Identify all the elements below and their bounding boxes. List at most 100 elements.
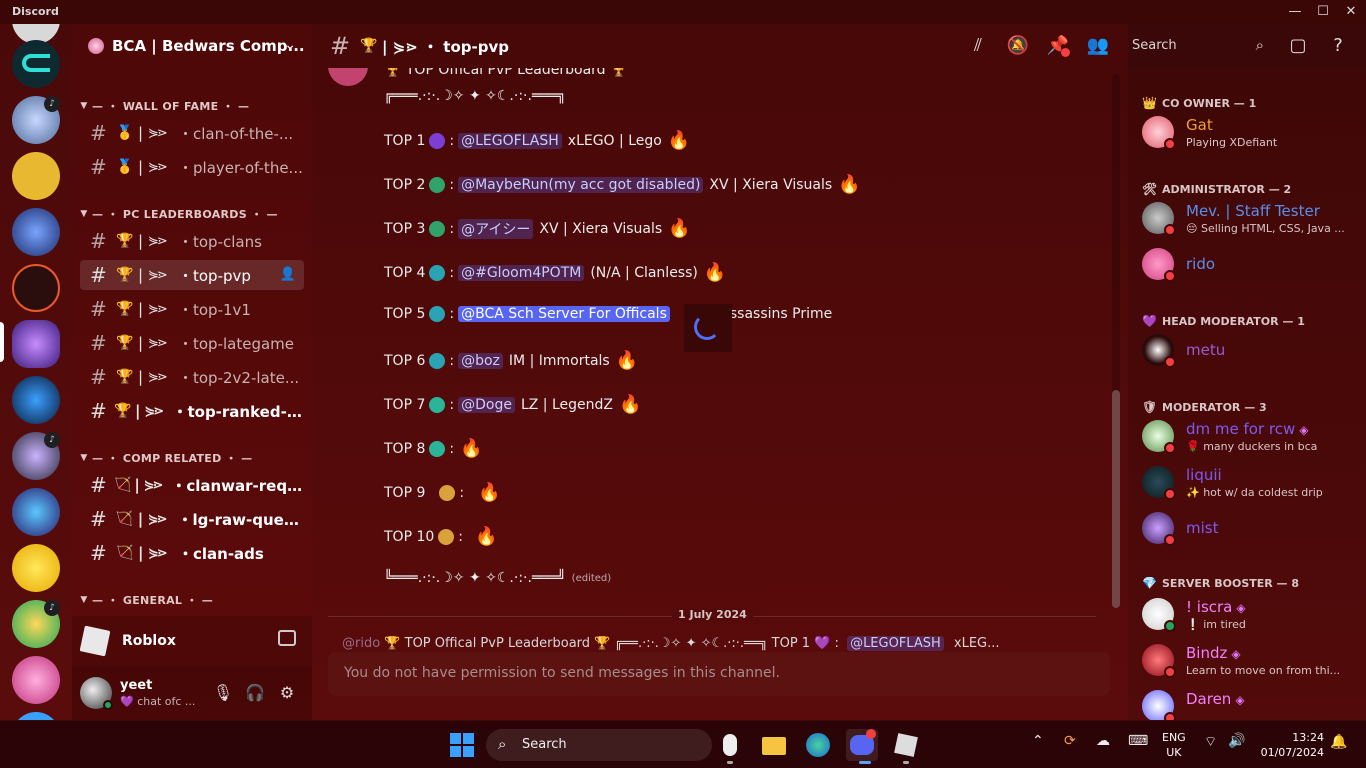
channel-top-clans[interactable]: # 🏆 | ⋟⋗ ・top-clans xyxy=(80,226,304,256)
rank-label: TOP 1 xyxy=(384,132,426,149)
member-list-icon[interactable]: 👥 xyxy=(1086,34,1110,58)
server-icon[interactable] xyxy=(12,544,60,592)
notification-bell-icon[interactable]: 🔔 xyxy=(1330,734,1347,750)
roblox-icon xyxy=(79,625,111,657)
leaderboard-entry: TOP 9 : 🔥 xyxy=(384,482,501,503)
border-bottom-line: ╚═══.·:·.☽✧ ✦ ✧☾.·:·.═══╝ (edited) xyxy=(384,570,611,586)
channel-top-1v1[interactable]: # 🏆 | ⋟⋗ ・top-1v1 xyxy=(80,294,304,324)
search-icon: ⌕ xyxy=(498,735,507,753)
server-icon[interactable] xyxy=(12,264,60,312)
channel-top-2v2-late[interactable]: # 🏆 | ⋟⋗ ・top-2v2-late... xyxy=(80,362,304,392)
minimize-button[interactable]: — xyxy=(1280,2,1310,22)
start-button[interactable] xyxy=(450,733,474,757)
threads-icon[interactable]: ⫽ xyxy=(966,34,990,58)
scrollbar-thumb[interactable] xyxy=(1112,390,1120,608)
sync-icon[interactable]: ⟳ xyxy=(1064,733,1076,749)
server-icon[interactable] xyxy=(12,376,60,424)
user-mention[interactable]: @LEGOFLASH xyxy=(458,132,562,149)
channel-name: ・lg-raw-queue xyxy=(177,510,304,529)
inbox-icon[interactable]: ▢ xyxy=(1286,34,1310,58)
member-activity: ✨ hot w/ da coldest drip xyxy=(1186,486,1323,499)
server-icon-bca[interactable] xyxy=(12,320,60,368)
date-divider-label: 1 July 2024 xyxy=(672,608,753,621)
add-member-icon[interactable]: 👤 xyxy=(280,267,296,282)
member-item[interactable]: Gat Playing XDefiant xyxy=(1140,110,1360,154)
user-mention[interactable]: @MaybeRun(my acc got disabled) xyxy=(458,176,704,193)
user-mention[interactable]: @アイシー xyxy=(458,218,534,239)
speaker-icon: ♪ xyxy=(44,600,60,616)
member-item[interactable]: rido xyxy=(1140,242,1360,286)
stream-icon[interactable] xyxy=(278,630,296,646)
crown-icon: 👑 xyxy=(1142,96,1157,110)
channel-lg-raw-queue[interactable]: # 🏹 | ⋟⋗ ・lg-raw-queue xyxy=(80,504,304,534)
taskbar-app-discord[interactable] xyxy=(846,729,878,761)
taskbar-app-edge[interactable] xyxy=(802,729,834,761)
member-item[interactable]: Mev. | Staff Tester 😔 Selling HTML, CSS,… xyxy=(1140,196,1360,240)
deco-glyph: ⋟⋗ xyxy=(143,477,164,493)
channel-name: ・clan-ads xyxy=(178,544,264,563)
clan-text: XV | Xiera Visuals xyxy=(709,176,833,193)
user-mention[interactable]: @LEGOFLASH xyxy=(847,636,944,651)
close-window-button[interactable]: ✕ xyxy=(1336,2,1366,22)
category-pc-leaderboards[interactable]: ▼ — ・ PC LEADERBOARDS ・ — xyxy=(76,206,278,222)
activity-panel[interactable]: Roblox xyxy=(72,616,312,666)
gear-icon[interactable]: ⚙ xyxy=(276,682,298,704)
language-indicator[interactable]: ENG UK xyxy=(1162,730,1186,760)
taskbar-app-roblox[interactable] xyxy=(890,729,922,761)
chevron-down-icon[interactable]: ⌄ xyxy=(284,37,296,53)
server-icon[interactable] xyxy=(12,656,60,704)
wifi-icon[interactable]: ⌔ xyxy=(1204,733,1217,751)
hash-icon: # xyxy=(90,365,107,389)
category-label: — ・ PC LEADERBOARDS ・ — xyxy=(92,208,278,221)
taskbar-search-input[interactable]: ⌕ Search xyxy=(486,729,712,761)
channel-player-of-the[interactable]: # 🥇 | ⋟⋗ ・player-of-the... xyxy=(80,152,304,182)
volume-icon[interactable]: 🔊 xyxy=(1228,733,1245,749)
clock[interactable]: 13:24 01/07/2024 xyxy=(1258,730,1324,760)
chevron-up-icon[interactable]: ⌃ xyxy=(1032,733,1044,749)
member-item[interactable]: liquii ✨ hot w/ da coldest drip xyxy=(1140,460,1360,504)
server-icon[interactable] xyxy=(12,40,60,88)
pin-icon[interactable]: 📌 xyxy=(1046,34,1070,58)
member-item[interactable]: Bindz ◈ Learn to move on from thi... xyxy=(1140,638,1360,682)
dnd-status-icon xyxy=(1164,712,1176,720)
server-icon[interactable] xyxy=(12,712,60,720)
user-mention[interactable]: @#Gloom4POTM xyxy=(458,264,585,281)
keyboard-icon[interactable]: ⌨ xyxy=(1128,733,1148,749)
member-item[interactable]: ! iscra ◈ ❕ im tired xyxy=(1140,592,1360,636)
headphones-icon[interactable]: 🎧 xyxy=(244,682,266,704)
user-mention-selected[interactable]: @BCA Sch Server For Officals xyxy=(458,306,670,322)
channel-clan-ads[interactable]: # 🏹 | ⋟⋗ ・clan-ads xyxy=(80,538,304,568)
shield-icon: 🛡 xyxy=(1142,400,1158,414)
notifications-muted-icon[interactable]: 🔕 xyxy=(1006,34,1030,58)
channel-clan-of-the[interactable]: # 🥇 | ⋟⋗ ・clan-of-the-... xyxy=(80,118,304,148)
member-item[interactable]: Daren ◈ xyxy=(1140,684,1360,720)
category-comp-related[interactable]: ▼ — ・ COMP RELATED ・ — xyxy=(76,450,252,466)
channel-top-pvp[interactable]: # 🏆 | ⋟⋗ ・top-pvp 👤 xyxy=(80,260,304,290)
server-icon[interactable] xyxy=(12,152,60,200)
search-input[interactable]: Search ⌕ xyxy=(1120,34,1270,58)
server-icon[interactable] xyxy=(12,488,60,536)
taskbar-app-explorer[interactable] xyxy=(758,729,790,761)
user-mention[interactable]: @boz xyxy=(458,352,503,369)
microphone-icon[interactable]: 🎙 xyxy=(212,682,234,704)
member-item[interactable]: dm me for rcw ◈ 🌹 many duckers in bca xyxy=(1140,414,1360,458)
channel-top-ranked[interactable]: # 🏆 | ⋟⋗ ・top-ranked-c... xyxy=(80,396,304,426)
cloud-icon[interactable]: ☁ xyxy=(1096,733,1110,749)
guild-header[interactable]: BCA | Bedwars Comp... ⌄ xyxy=(72,24,312,68)
channel-clanwar-requ[interactable]: # 🏹 | ⋟⋗ ・clanwar-requ... xyxy=(80,470,304,500)
member-item[interactable]: mist xyxy=(1140,506,1360,550)
member-name: Gat xyxy=(1186,116,1213,134)
member-item[interactable]: metu xyxy=(1140,328,1360,372)
hash-icon: # xyxy=(90,229,107,253)
reply-preview[interactable]: @rido 🏆 TOP Offical PvP Leaderboard 🏆 ╔═… xyxy=(342,636,1102,651)
taskbar-app-mouse[interactable] xyxy=(714,729,746,761)
help-icon[interactable]: ? xyxy=(1326,34,1350,58)
username[interactable]: yeet xyxy=(120,678,152,693)
category-wall-of-fame[interactable]: ▼ — ・ WALL OF FAME ・ — xyxy=(76,98,249,114)
server-icon[interactable] xyxy=(12,208,60,256)
user-mention[interactable]: @Doge xyxy=(458,396,515,413)
maximize-button[interactable]: ☐ xyxy=(1308,2,1338,22)
category-general[interactable]: ▼ — ・ GENERAL ・ — xyxy=(76,592,213,608)
channel-top-lategame[interactable]: # 🏆 | ⋟⋗ ・top-lategame xyxy=(80,328,304,358)
avatar[interactable] xyxy=(328,68,368,86)
